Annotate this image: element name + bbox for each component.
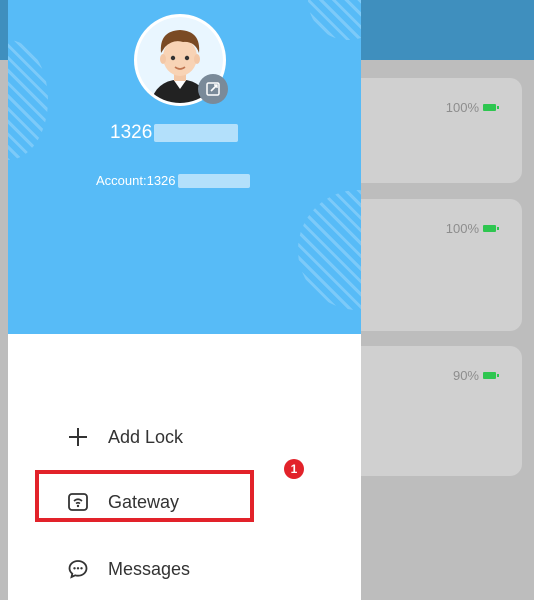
decorative-pattern <box>8 40 48 160</box>
edit-profile-button[interactable] <box>198 74 228 104</box>
menu-item-add-lock[interactable]: Add Lock <box>64 417 183 457</box>
username: 1326 <box>110 122 239 144</box>
battery-icon <box>483 372 499 379</box>
battery-icon <box>483 225 499 232</box>
avatar[interactable] <box>134 14 228 106</box>
battery-icon <box>483 104 499 111</box>
battery-percentage: 100% <box>445 100 479 115</box>
edit-icon <box>206 82 220 96</box>
menu-item-label: Add Lock <box>108 426 184 447</box>
redaction-mask <box>177 173 250 188</box>
plus-icon <box>64 423 92 451</box>
step-number-badge: 1 <box>284 459 304 479</box>
drawer-header: 1326 Account:1326 <box>8 0 361 334</box>
menu-item-messages[interactable]: Messages <box>64 549 190 589</box>
battery-status: 100% <box>445 221 499 236</box>
navigation-drawer: 1326 Account:1326 Add Lock Gateway Messa… <box>8 0 361 600</box>
redaction-mask <box>154 124 239 142</box>
username-text: 1326 <box>110 122 153 143</box>
account-info: Account:1326 <box>96 173 250 188</box>
menu-item-label: Messages <box>108 558 191 579</box>
battery-status: 90% <box>452 368 499 383</box>
account-text: Account:1326 <box>96 173 176 188</box>
message-icon <box>64 555 92 583</box>
decorative-pattern <box>298 190 361 310</box>
battery-percentage: 90% <box>452 368 479 383</box>
battery-status: 100% <box>445 100 499 115</box>
highlight-box <box>35 470 254 522</box>
battery-percentage: 100% <box>445 221 479 236</box>
decorative-pattern <box>308 0 361 40</box>
